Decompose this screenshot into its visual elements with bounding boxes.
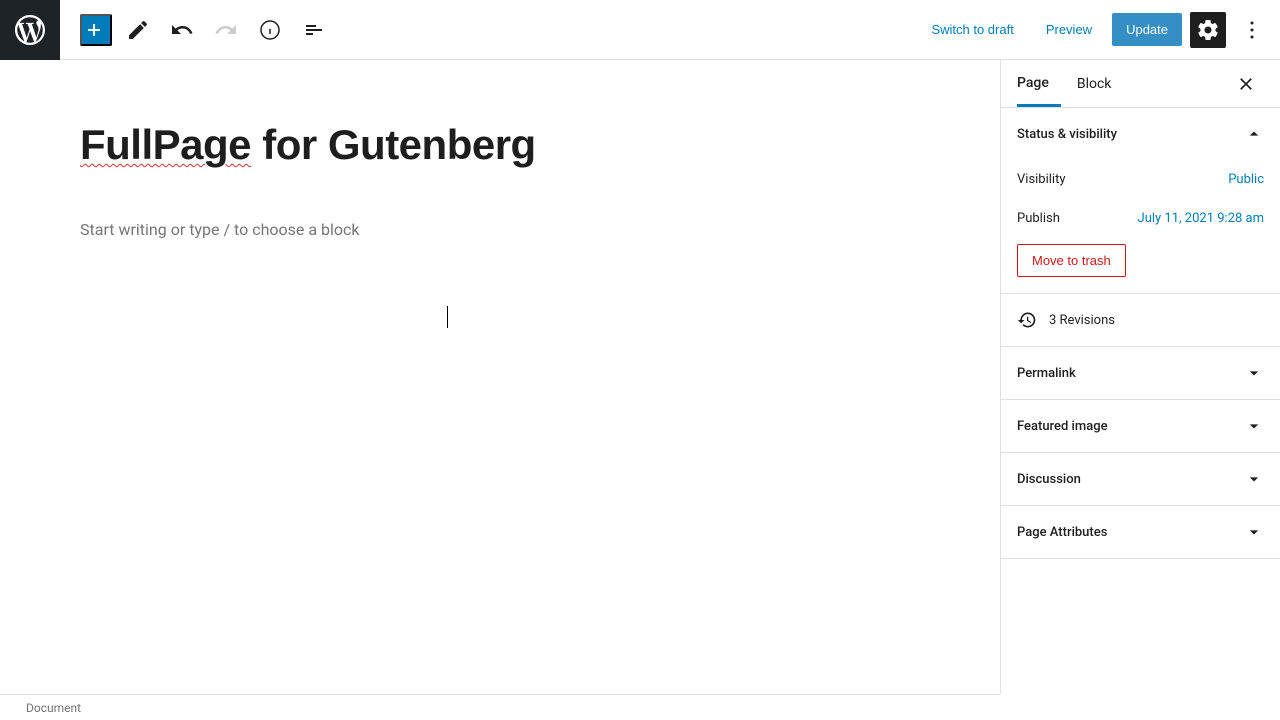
wordpress-logo[interactable] [0,0,60,60]
publish-value[interactable]: July 11, 2021 9:28 am [1138,211,1264,226]
switch-to-draft-button[interactable]: Switch to draft [919,14,1025,45]
panel-permalink[interactable]: Permalink [1001,347,1280,399]
panel-featured-image[interactable]: Featured image [1001,400,1280,452]
undo-button[interactable] [164,12,200,48]
info-button[interactable] [252,12,288,48]
close-sidebar-button[interactable] [1228,66,1264,102]
edit-tools-button[interactable] [120,12,156,48]
breadcrumb-document[interactable]: Document [26,701,81,715]
text-cursor [447,306,448,328]
chevron-down-icon [1244,363,1264,383]
chevron-up-icon [1244,124,1264,144]
visibility-value[interactable]: Public [1228,172,1264,187]
page-title[interactable]: FullPage for Gutenberg [80,120,920,170]
visibility-label: Visibility [1017,172,1066,187]
list-view-button[interactable] [296,12,332,48]
chevron-down-icon [1244,522,1264,542]
chevron-down-icon [1244,416,1264,436]
tab-page[interactable]: Page [1017,61,1061,107]
chevron-down-icon [1244,469,1264,489]
settings-button[interactable] [1190,12,1226,48]
move-to-trash-button[interactable]: Move to trash [1017,244,1126,277]
revisions-button[interactable]: 3 Revisions [1001,294,1280,347]
update-button[interactable]: Update [1112,13,1182,46]
publish-label: Publish [1017,211,1060,226]
history-icon [1017,310,1037,330]
more-options-button[interactable] [1234,12,1270,48]
panel-discussion[interactable]: Discussion [1001,453,1280,505]
panel-page-attributes[interactable]: Page Attributes [1001,506,1280,558]
tab-block[interactable]: Block [1077,62,1124,105]
preview-button[interactable]: Preview [1034,14,1104,45]
redo-button[interactable] [208,12,244,48]
add-block-button[interactable] [80,14,112,46]
content-placeholder[interactable]: Start writing or type / to choose a bloc… [80,220,920,239]
panel-status-visibility[interactable]: Status & visibility [1001,108,1280,160]
